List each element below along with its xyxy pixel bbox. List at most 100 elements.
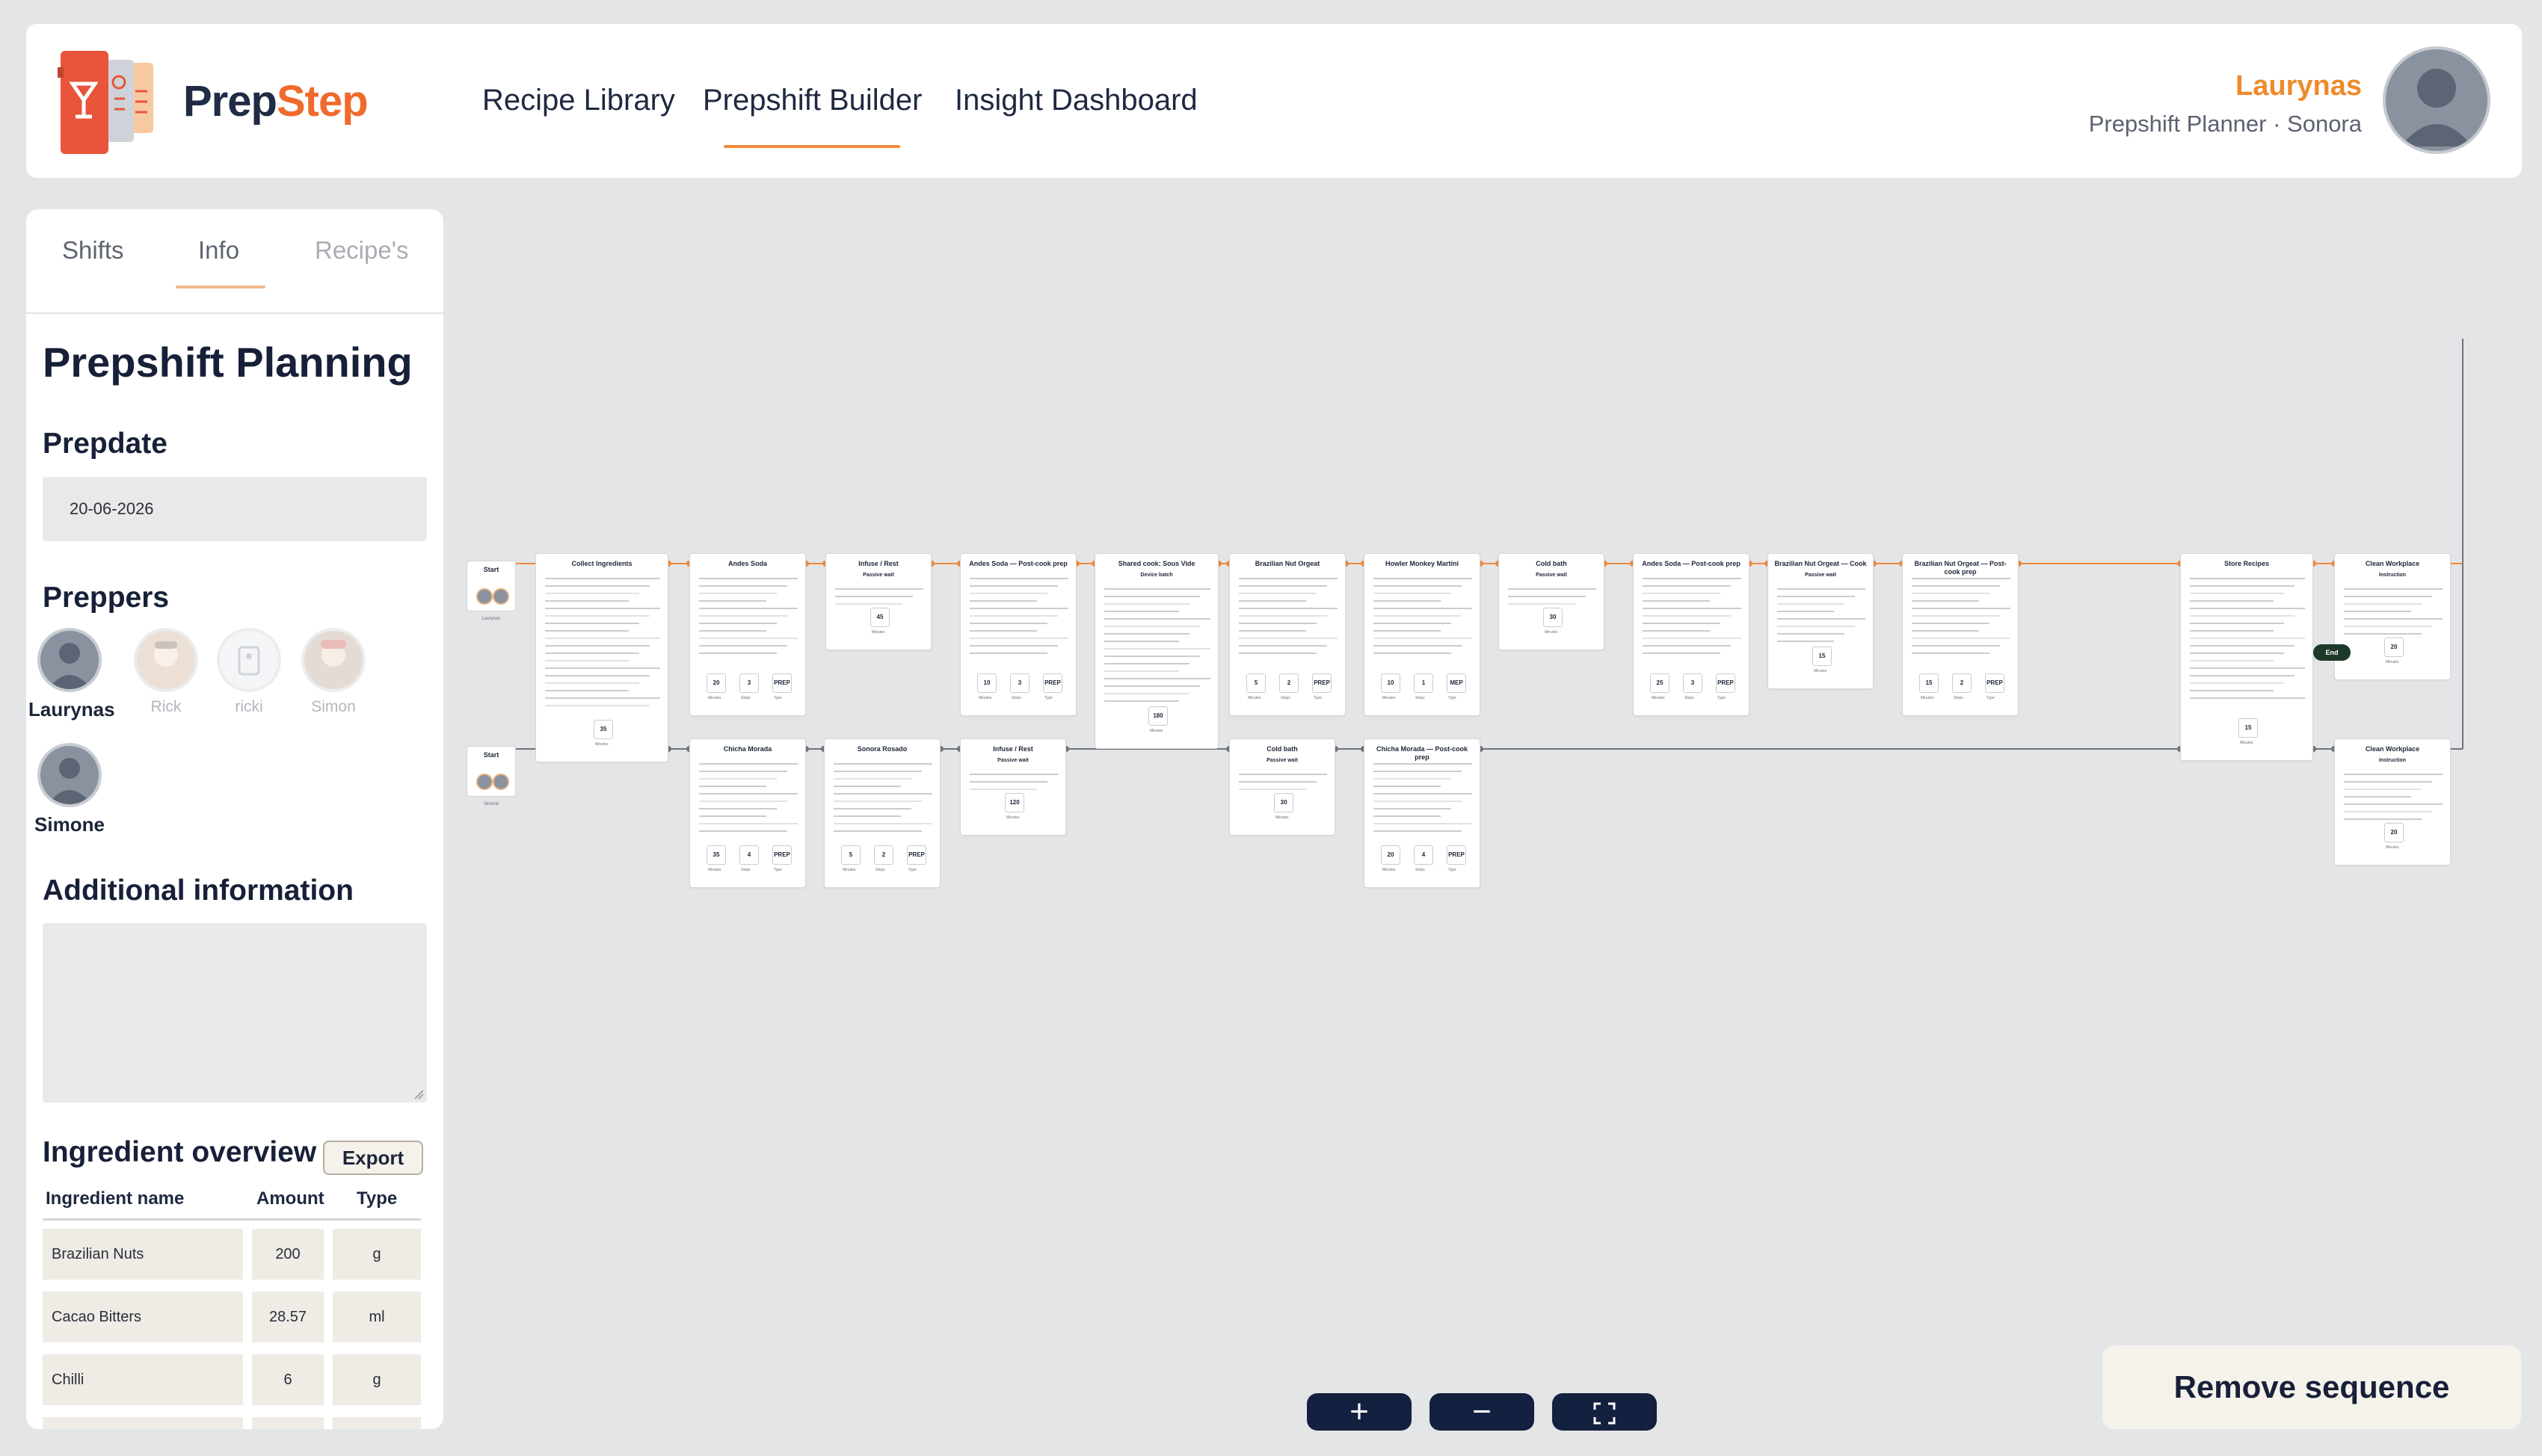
zoom-out-button[interactable]: − [1430, 1393, 1534, 1431]
flow-card[interactable]: Brazilian Nut Orgeat 5 Minutes 2 Steps PREP Ty… [1229, 553, 1346, 716]
flow-card-detail-line [545, 593, 639, 594]
flow-card-detail-line [699, 808, 777, 809]
flow-card-detail-line [699, 653, 777, 654]
flow-card-title: Andes Soda [727, 560, 767, 567]
additional-info-textarea[interactable] [43, 923, 427, 1102]
flow-card-detail-line [699, 823, 798, 824]
prepper-simone[interactable]: Simone [28, 743, 111, 836]
nav-insight-dashboard[interactable]: Insight Dashboard [955, 84, 1198, 117]
flow-card-detail-line [1373, 630, 1441, 632]
flow-card-title: Brazilian Nut Orgeat — Post-cook prep [1914, 560, 2007, 576]
user-avatar[interactable] [2383, 46, 2490, 154]
flow-card[interactable]: Brazilian Nut Orgeat — Cook Passive wait 1… [1767, 553, 1874, 689]
flow-card[interactable]: Chicha Morada 35 Minutes 4 Steps PREP Type [689, 738, 806, 888]
flow-card-detail-line [1239, 608, 1338, 609]
prepper-simon[interactable]: Simon [292, 628, 375, 716]
flow-card-stat-label: Type [1314, 696, 1322, 700]
flow-card-detail-line [1777, 626, 1855, 627]
flow-card-detail-line [545, 578, 660, 579]
flow-card[interactable]: Clean Workplace Instruction 20 Minutes [2334, 738, 2451, 866]
start-node[interactable]: Start Simone [467, 746, 516, 806]
flow-card-detail-line [1373, 653, 1451, 654]
prepper-rick[interactable]: Rick [125, 628, 207, 716]
flow-card[interactable]: Brazilian Nut Orgeat — Post-cook prep 15 M… [1902, 553, 2019, 716]
flow-card-detail-line [970, 645, 1058, 647]
prepper-name: Simone [34, 813, 105, 836]
start-node[interactable]: Start Laurynas [467, 561, 516, 621]
prepper-ricki[interactable]: ricki [208, 628, 290, 716]
flow-card-detail-line [1508, 596, 1586, 597]
flow-card-detail-line [1912, 645, 2000, 647]
flow-card-detail-line [1373, 778, 1451, 780]
predate-input[interactable]: 20-06-2026 [43, 477, 427, 541]
flow-card-detail-line [970, 789, 1037, 790]
ingredient-name-cell: Brazilian Nuts [43, 1229, 243, 1280]
flow-card-title: Chicha Morada [723, 745, 772, 753]
flow-card-detail-line [1912, 585, 2000, 587]
flow-card[interactable]: Collect Ingredients 35 Minutes [535, 553, 668, 762]
flow-card[interactable]: Cold bath Passive wait 30 Minutes [1498, 553, 1604, 650]
flow-card-detail-line [2190, 578, 2305, 579]
start-node-label: Start [483, 751, 499, 759]
flow-card-detail-line [1643, 623, 1720, 624]
flow-card-stat: 20 [1381, 845, 1400, 865]
start-node-user: Simone [483, 802, 499, 806]
flow-card-title: Sonora Rosado [857, 745, 908, 753]
flow-card-detail-line [699, 763, 798, 765]
flow-card-detail-line [835, 588, 923, 590]
flow-card-subtitle: Passive wait [1267, 758, 1298, 763]
flow-card-stat: 45 [870, 608, 890, 627]
flow-card-detail-line [1373, 830, 1462, 832]
flow-card-detail-line [834, 808, 911, 809]
flow-canvas[interactable]: Start Laurynas Start Simone Collect Ingredie… [449, 179, 2542, 1456]
ingredient-amount-cell: 6 [252, 1354, 324, 1405]
flow-card-detail-line [699, 585, 787, 587]
flow-card[interactable]: Infuse / Rest Passive wait 120 Minutes [960, 738, 1066, 836]
flow-card-detail-line [1104, 626, 1200, 627]
export-button[interactable]: Export [323, 1141, 423, 1175]
flow-card-stat: 180 [1148, 706, 1168, 726]
remove-sequence-button[interactable]: Remove sequence [2102, 1345, 2521, 1429]
flow-card-detail-line [699, 593, 777, 594]
zoom-in-button[interactable]: + [1307, 1393, 1412, 1431]
flow-card-detail-line [1104, 603, 1190, 605]
flow-card[interactable]: Andes Soda — Post-cook prep 10 Minutes 3 Ste… [960, 553, 1077, 716]
flow-card-detail-line [1104, 641, 1179, 642]
flow-card-subtitle: Instruction [2378, 758, 2407, 763]
flow-card[interactable]: Howler Monkey Martini 10 Minutes 1 Steps MEP T… [1364, 553, 1480, 716]
additional-info-heading: Additional information [43, 874, 354, 907]
flow-card[interactable]: Clean Workplace Instruction 20 Minutes [2334, 553, 2451, 680]
top-header: PrepStep Recipe Library Prepshift Builde… [26, 24, 2522, 178]
fit-view-button[interactable] [1552, 1393, 1657, 1431]
flow-card[interactable]: Sonora Rosado 5 Minutes 2 Steps PREP Type [824, 738, 941, 888]
flow-card[interactable]: Store Recipes 15 Minutes [2180, 553, 2313, 761]
flow-card-detail-line [834, 763, 932, 765]
flow-card[interactable]: Andes Soda — Post-cook prep 25 Minutes 3 Ste… [1633, 553, 1749, 716]
flow-card-detail-line [970, 623, 1047, 624]
tab-info[interactable]: Info [198, 236, 239, 265]
flow-card[interactable]: Cold bath Passive wait 30 Minutes [1229, 738, 1335, 836]
flow-card-title: Clean Workplace [2365, 560, 2420, 567]
flow-card[interactable]: Infuse / Rest Passive wait 45 Minutes [825, 553, 932, 650]
flow-card-stat-label: Type [1044, 696, 1053, 700]
tab-shifts[interactable]: Shifts [62, 236, 124, 265]
prepper-laurynas[interactable]: Laurynas [28, 628, 115, 721]
flow-card-stat-label: Type [908, 868, 917, 872]
flow-card-detail-line [970, 600, 1037, 602]
flow-card-stat: MEP [1447, 673, 1466, 693]
flow-card-stat: 30 [1543, 608, 1563, 627]
resize-grip-icon[interactable] [413, 1089, 424, 1099]
flow-card-detail-line [545, 705, 650, 706]
tab-recipes[interactable]: Recipe's [315, 236, 409, 265]
nav-prepshift-builder[interactable]: Prepshift Builder [703, 84, 922, 117]
app-logo-text[interactable]: PrepStep [183, 76, 369, 126]
flow-card-detail-line [545, 653, 639, 654]
flow-card[interactable]: Shared cook: Sous Vide Device batch 180 Min… [1095, 553, 1219, 749]
flow-card-stat: 120 [1005, 793, 1024, 812]
flow-card[interactable]: Chicha Morada — Post-cook prep 20 Minutes 4… [1364, 738, 1480, 888]
flow-card[interactable]: Andes Soda 20 Minutes 3 Steps PREP Type [689, 553, 806, 716]
flow-card-stat-label: Minutes [2386, 845, 2399, 850]
flow-card-stat-label: Minutes [2386, 660, 2399, 664]
nav-recipe-library[interactable]: Recipe Library [482, 84, 675, 117]
end-node[interactable]: End [2313, 644, 2351, 661]
